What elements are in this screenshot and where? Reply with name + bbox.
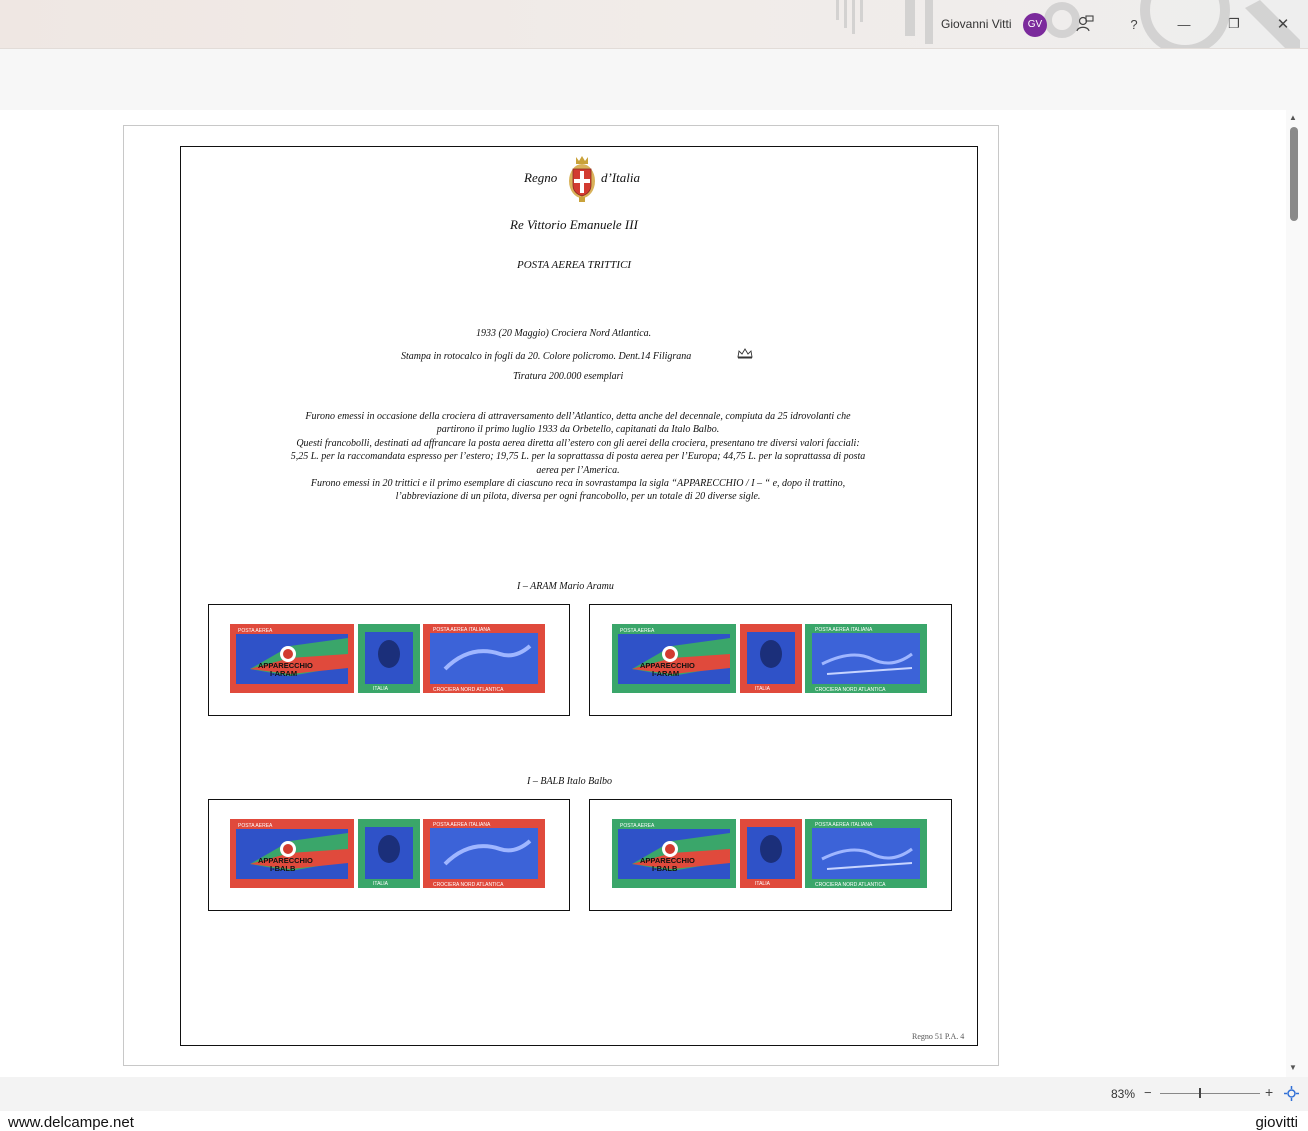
stamp-label: CROCIERA NORD ATLANTICA xyxy=(815,882,886,888)
help-button[interactable]: ? xyxy=(1122,12,1146,36)
zoom-slider-thumb[interactable] xyxy=(1199,1088,1201,1098)
stamp-label: POSTA AEREA xyxy=(620,628,655,634)
description-line: Furono emessi in 20 trittici e il primo … xyxy=(310,478,846,490)
description: Furono emessi in occasione della crocier… xyxy=(210,410,946,504)
description-line: partirono il primo luglio 1933 da Orbete… xyxy=(436,424,720,436)
section-title: POSTA AEREA TRITTICI xyxy=(517,259,632,271)
overprint-code: I-ARAM xyxy=(652,669,679,678)
feedback-icon[interactable] xyxy=(1073,12,1097,36)
description-line: aerea per l’America. xyxy=(536,464,620,476)
ribbon-area xyxy=(0,49,1308,110)
stamp-label: POSTA AEREA ITALIANA xyxy=(815,627,873,633)
stamp-label: POSTA AEREA ITALIANA xyxy=(433,627,491,633)
stamp-label: POSTA AEREA xyxy=(620,823,655,829)
watermark-right: giovitti xyxy=(1255,1114,1298,1131)
stamp-label: POSTA AEREA xyxy=(238,823,273,829)
stamp-label: CROCIERA NORD ATLANTICA xyxy=(433,882,504,888)
heading-italia: d’Italia xyxy=(601,170,640,185)
group-caption-aram: I – ARAM Mario Aramu xyxy=(517,581,614,592)
king-title: Re Vittorio Emanuele III xyxy=(510,217,638,232)
page-frame xyxy=(180,146,978,1046)
coat-of-arms-icon xyxy=(569,156,595,202)
description-line: Furono emessi in occasione della crocier… xyxy=(305,411,851,422)
group-caption-balb: I – BALB Italo Balbo xyxy=(527,776,612,787)
page-reference: Regno 51 P.A. 4 xyxy=(912,1032,965,1041)
zoom-slider[interactable] xyxy=(1160,1093,1260,1094)
overprint-code: I-ARAM xyxy=(270,669,297,678)
stamp-triptych: APPARECCHIO I-BALB POSTA AEREA ITALIA PO… xyxy=(230,819,545,888)
description-line: l’abbreviazione di un pilota, diversa pe… xyxy=(395,491,761,503)
fit-to-window-icon[interactable] xyxy=(1284,1086,1299,1101)
scroll-down-icon[interactable]: ▼ xyxy=(1289,1063,1297,1072)
issue-print-run: Tiratura 200.000 esemplari xyxy=(513,371,624,382)
description-line: 5,25 L. per la raccomandata espresso per… xyxy=(290,451,866,463)
issue-printing: Stampa in rotocalco in fogli da 20. Colo… xyxy=(401,351,692,362)
overprint-code: I-BALB xyxy=(652,864,678,873)
minimize-button[interactable]: — xyxy=(1172,12,1196,36)
close-button[interactable]: ✕ xyxy=(1271,12,1295,36)
stamp-label: CROCIERA NORD ATLANTICA xyxy=(433,687,504,693)
zoom-level[interactable]: 83% xyxy=(1111,1087,1135,1101)
overprint-code: I-BALB xyxy=(270,864,296,873)
issue-date: 1933 (20 Maggio) Crociera Nord Atlantica… xyxy=(476,328,652,339)
stamp-label: POSTA AEREA ITALIANA xyxy=(815,822,873,828)
stamp-label: CROCIERA NORD ATLANTICA xyxy=(815,687,886,693)
stamp-triptych: APPARECCHIO I-ARAM POSTA AEREA ITALIA PO… xyxy=(230,624,545,693)
zoom-in-button[interactable]: + xyxy=(1265,1084,1273,1100)
stamp-label: ITALIA xyxy=(373,686,389,692)
stamp-triptych: APPARECCHIO I-ARAM POSTA AEREA ITALIA PO… xyxy=(612,624,927,693)
restore-button[interactable]: ❐ xyxy=(1222,12,1246,36)
stamp-label: ITALIA xyxy=(373,881,389,887)
heading-regno: Regno xyxy=(524,170,558,185)
user-name[interactable]: Giovanni Vitti xyxy=(941,17,1011,31)
description-line: Questi francobolli, destinati ad affranc… xyxy=(296,437,860,449)
zoom-out-button[interactable]: − xyxy=(1144,1085,1152,1100)
vertical-scrollbar[interactable] xyxy=(1286,110,1308,1077)
user-avatar[interactable]: GV xyxy=(1023,13,1047,37)
scroll-up-icon[interactable]: ▲ xyxy=(1289,113,1297,122)
stamp-label: POSTA AEREA xyxy=(238,628,273,634)
crown-watermark-icon xyxy=(737,348,753,359)
stamp-label: POSTA AEREA ITALIANA xyxy=(433,822,491,828)
watermark-left: www.delcampe.net xyxy=(8,1114,134,1131)
stamp-label: ITALIA xyxy=(755,881,771,887)
title-bar: Giovanni Vitti GV ? — ❐ ✕ xyxy=(0,0,1308,49)
watermark-bar xyxy=(0,1111,1308,1131)
stamp-triptych: APPARECCHIO I-BALB POSTA AEREA ITALIA PO… xyxy=(612,819,927,888)
stamp-label: ITALIA xyxy=(755,686,771,692)
scrollbar-thumb[interactable] xyxy=(1290,127,1298,221)
